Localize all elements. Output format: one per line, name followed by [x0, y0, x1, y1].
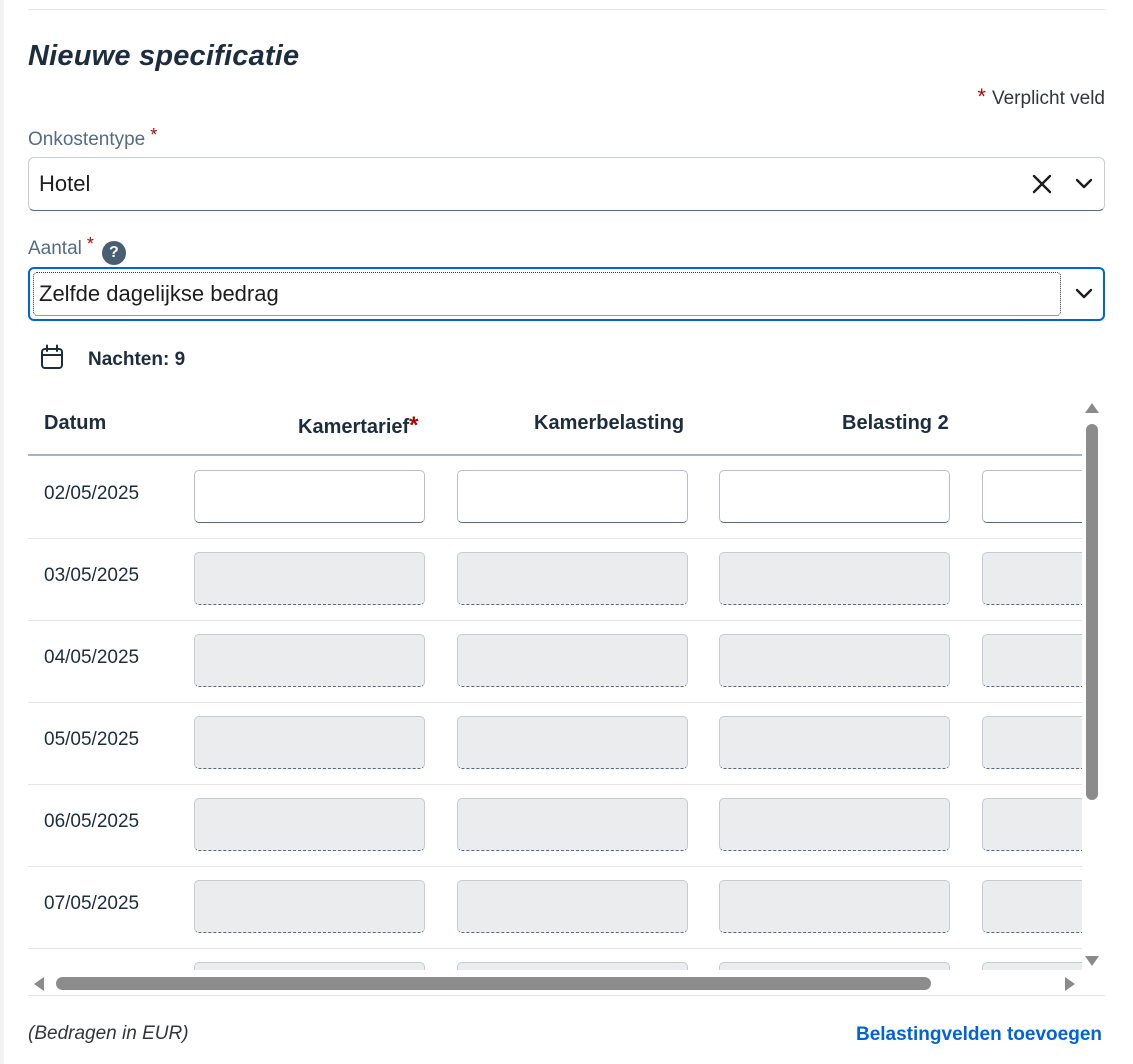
tax2-input — [719, 880, 950, 933]
table-row: 05/05/2025 — [28, 702, 1082, 785]
clear-icon[interactable] — [1027, 169, 1057, 199]
column-header-date: Datum — [44, 412, 107, 434]
page-title: Nieuwe specificatie — [28, 40, 300, 72]
horizontal-scrollbar-thumb[interactable] — [56, 977, 931, 990]
row-date: 02/05/2025 — [44, 483, 140, 504]
extra-column-input — [982, 634, 1082, 687]
extra-column-input — [982, 962, 1082, 970]
column-header-room-rate: Kamertarief* — [298, 412, 419, 440]
extra-column-input — [982, 880, 1082, 933]
room-rate-input — [194, 634, 425, 687]
bottom-divider — [28, 995, 1105, 996]
extra-column-input — [982, 716, 1082, 769]
scroll-down-arrow[interactable] — [1085, 956, 1099, 966]
row-date: 06/05/2025 — [44, 811, 140, 832]
table-row-partial — [28, 948, 1082, 970]
room-rate-input — [194, 798, 425, 851]
table-row: 04/05/2025 — [28, 620, 1082, 703]
calendar-icon — [40, 344, 64, 375]
chevron-down-icon[interactable] — [1069, 169, 1099, 199]
row-date: 07/05/2025 — [44, 893, 140, 914]
tax2-input — [719, 634, 950, 687]
room-tax-input — [457, 634, 688, 687]
extra-column-input — [982, 798, 1082, 851]
column-header-tax2: Belasting 2 — [842, 412, 949, 434]
scroll-left-arrow[interactable] — [34, 977, 44, 991]
room-rate-header-text: Kamertarief — [298, 416, 410, 438]
chevron-down-icon[interactable] — [1069, 279, 1099, 309]
expense-type-label-text: Onkostentype — [28, 129, 146, 150]
nights-count: Nachten: 9 — [88, 348, 186, 370]
expense-type-select[interactable]: Hotel — [28, 157, 1105, 211]
room-rate-input[interactable] — [194, 470, 425, 523]
room-rate-input — [194, 880, 425, 933]
amount-label: Aantal *? — [28, 234, 126, 265]
required-field-text: Verplicht veld — [991, 88, 1105, 109]
room-rate-required-star: * — [409, 412, 419, 439]
tax2-input[interactable] — [719, 470, 950, 523]
tax2-input — [719, 552, 950, 605]
expense-type-value: Hotel — [39, 171, 91, 196]
amount-value: Zelfde dagelijkse bedrag — [39, 281, 279, 306]
room-tax-input[interactable] — [457, 470, 688, 523]
row-date: 03/05/2025 — [44, 565, 140, 586]
column-header-room-tax: Kamerbelasting — [534, 412, 685, 434]
required-star: * — [977, 84, 986, 109]
top-divider — [28, 9, 1105, 10]
tax2-input — [719, 798, 950, 851]
row-date: 04/05/2025 — [44, 647, 140, 668]
required-field-note: * Verplicht veld — [977, 84, 1105, 110]
room-rate-input — [194, 716, 425, 769]
nights-info: Nachten: 9 — [40, 344, 185, 375]
vertical-scrollbar-thumb[interactable] — [1086, 424, 1098, 800]
room-tax-input — [457, 716, 688, 769]
room-rate-input — [194, 552, 425, 605]
amount-required-star: * — [86, 234, 94, 254]
scroll-up-arrow[interactable] — [1085, 403, 1099, 413]
extra-column-input[interactable] — [982, 470, 1082, 523]
add-tax-fields-link[interactable]: Belastingvelden toevoegen — [856, 1024, 1102, 1046]
table-row: 06/05/2025 — [28, 784, 1082, 867]
tax2-input — [719, 962, 950, 970]
daily-amounts-table: Datum Kamertarief* Kamerbelasting Belast… — [28, 395, 1082, 970]
expense-type-label: Onkostentype * — [28, 125, 157, 151]
room-rate-input — [194, 962, 425, 970]
table-row: 03/05/2025 — [28, 538, 1082, 621]
room-tax-input — [457, 552, 688, 605]
amount-select[interactable]: Zelfde dagelijkse bedrag — [28, 267, 1105, 321]
room-tax-input — [457, 962, 688, 970]
left-edge — [0, 0, 4, 1064]
extra-column-input — [982, 552, 1082, 605]
tax2-input — [719, 716, 950, 769]
table-row: 07/05/2025 — [28, 866, 1082, 949]
amount-label-text: Aantal — [28, 238, 82, 259]
scroll-right-arrow[interactable] — [1065, 977, 1075, 991]
help-icon[interactable]: ? — [101, 241, 126, 265]
row-date: 05/05/2025 — [44, 729, 140, 750]
currency-note: (Bedragen in EUR) — [28, 1023, 189, 1044]
room-tax-input — [457, 880, 688, 933]
room-tax-input — [457, 798, 688, 851]
expense-type-required-star: * — [150, 125, 158, 145]
table-row: 02/05/2025 — [28, 456, 1082, 539]
